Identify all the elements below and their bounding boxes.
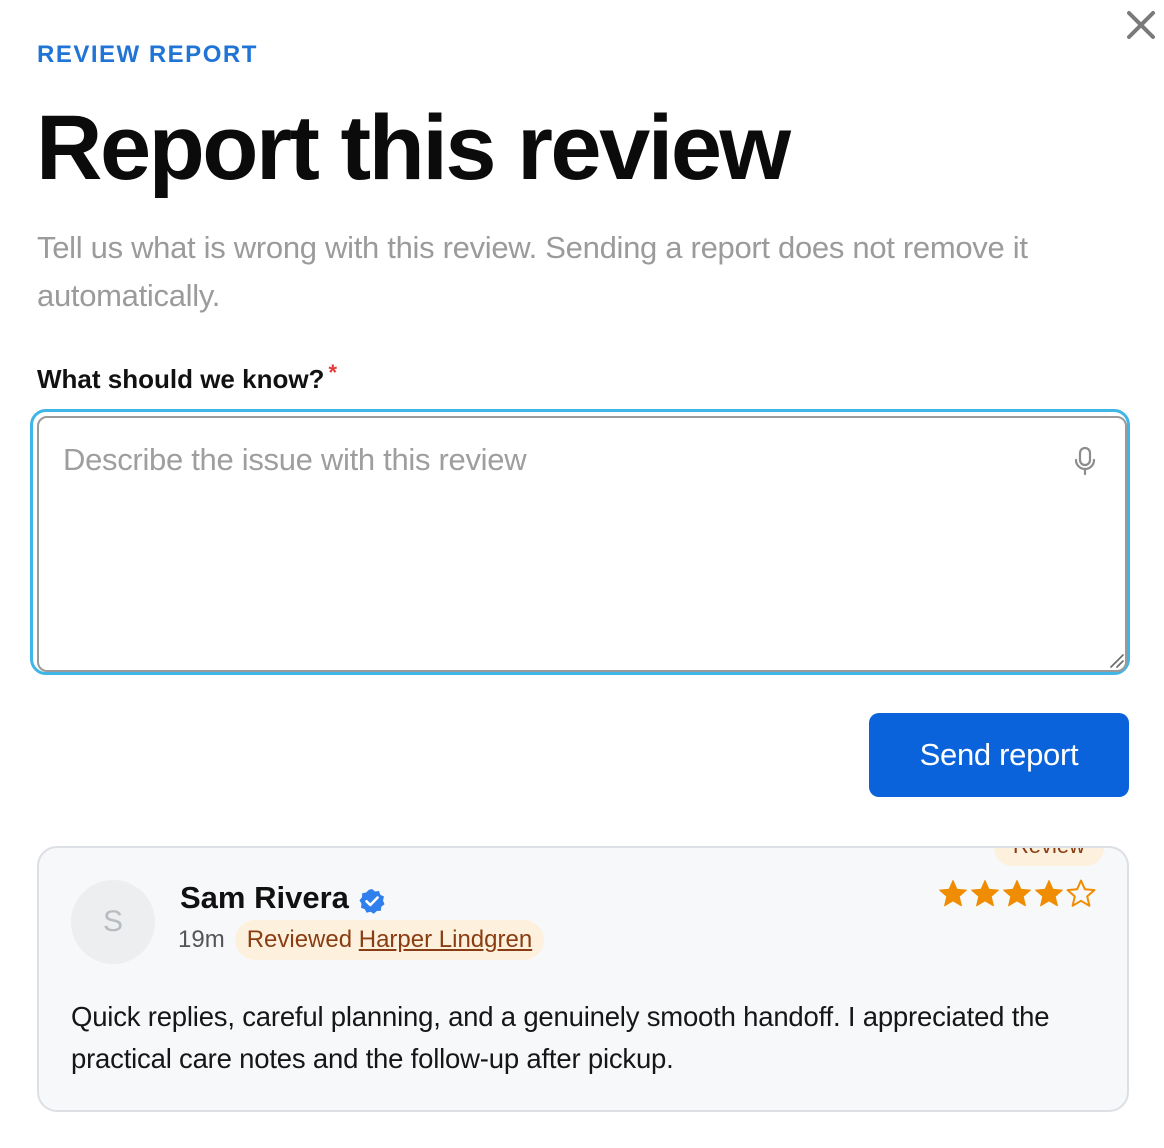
rating-stars — [937, 878, 1097, 910]
report-textarea[interactable] — [39, 418, 1125, 670]
required-marker: * — [328, 360, 337, 385]
star-empty-icon — [1066, 879, 1096, 907]
field-label-text: What should we know? — [37, 364, 325, 394]
verified-badge-icon — [359, 889, 385, 914]
star-filled-icon — [1003, 880, 1031, 907]
reviewer-name: Sam Rivera — [180, 880, 349, 915]
reviewed-person-link[interactable]: Harper Lindgren — [359, 926, 532, 953]
voice-input-button[interactable] — [1070, 444, 1100, 478]
reviewed-prefix: Reviewed — [246, 926, 353, 953]
star-filled-icon — [1035, 880, 1063, 907]
dialog-eyebrow: REVIEW REPORT — [37, 41, 258, 68]
dialog-subtitle: Tell us what is wrong with this review. … — [37, 230, 1028, 313]
field-label: What should we know? * — [37, 360, 337, 398]
review-text: Quick replies, careful planning, and a g… — [71, 1001, 1050, 1074]
avatar: S — [71, 880, 155, 964]
star-filled-icon — [971, 880, 999, 907]
star-filled-icon — [939, 880, 967, 907]
time-ago: 19m — [178, 926, 225, 953]
dialog-title: Report this review — [36, 97, 791, 199]
textarea-container — [37, 416, 1127, 672]
review-badge: Review — [994, 848, 1104, 866]
close-icon — [1127, 11, 1155, 39]
review-card: Review S Sam Rivera 19m Reviewed Harper … — [37, 846, 1129, 1112]
microphone-icon — [1074, 446, 1096, 476]
reviewed-pill: Reviewed Harper Lindgren — [234, 920, 545, 960]
send-report-button[interactable]: Send report — [869, 713, 1129, 797]
close-button[interactable] — [1124, 8, 1158, 42]
resize-handle-icon[interactable] — [1108, 652, 1124, 668]
review-meta: 19m Reviewed Harper Lindgren — [178, 920, 545, 960]
